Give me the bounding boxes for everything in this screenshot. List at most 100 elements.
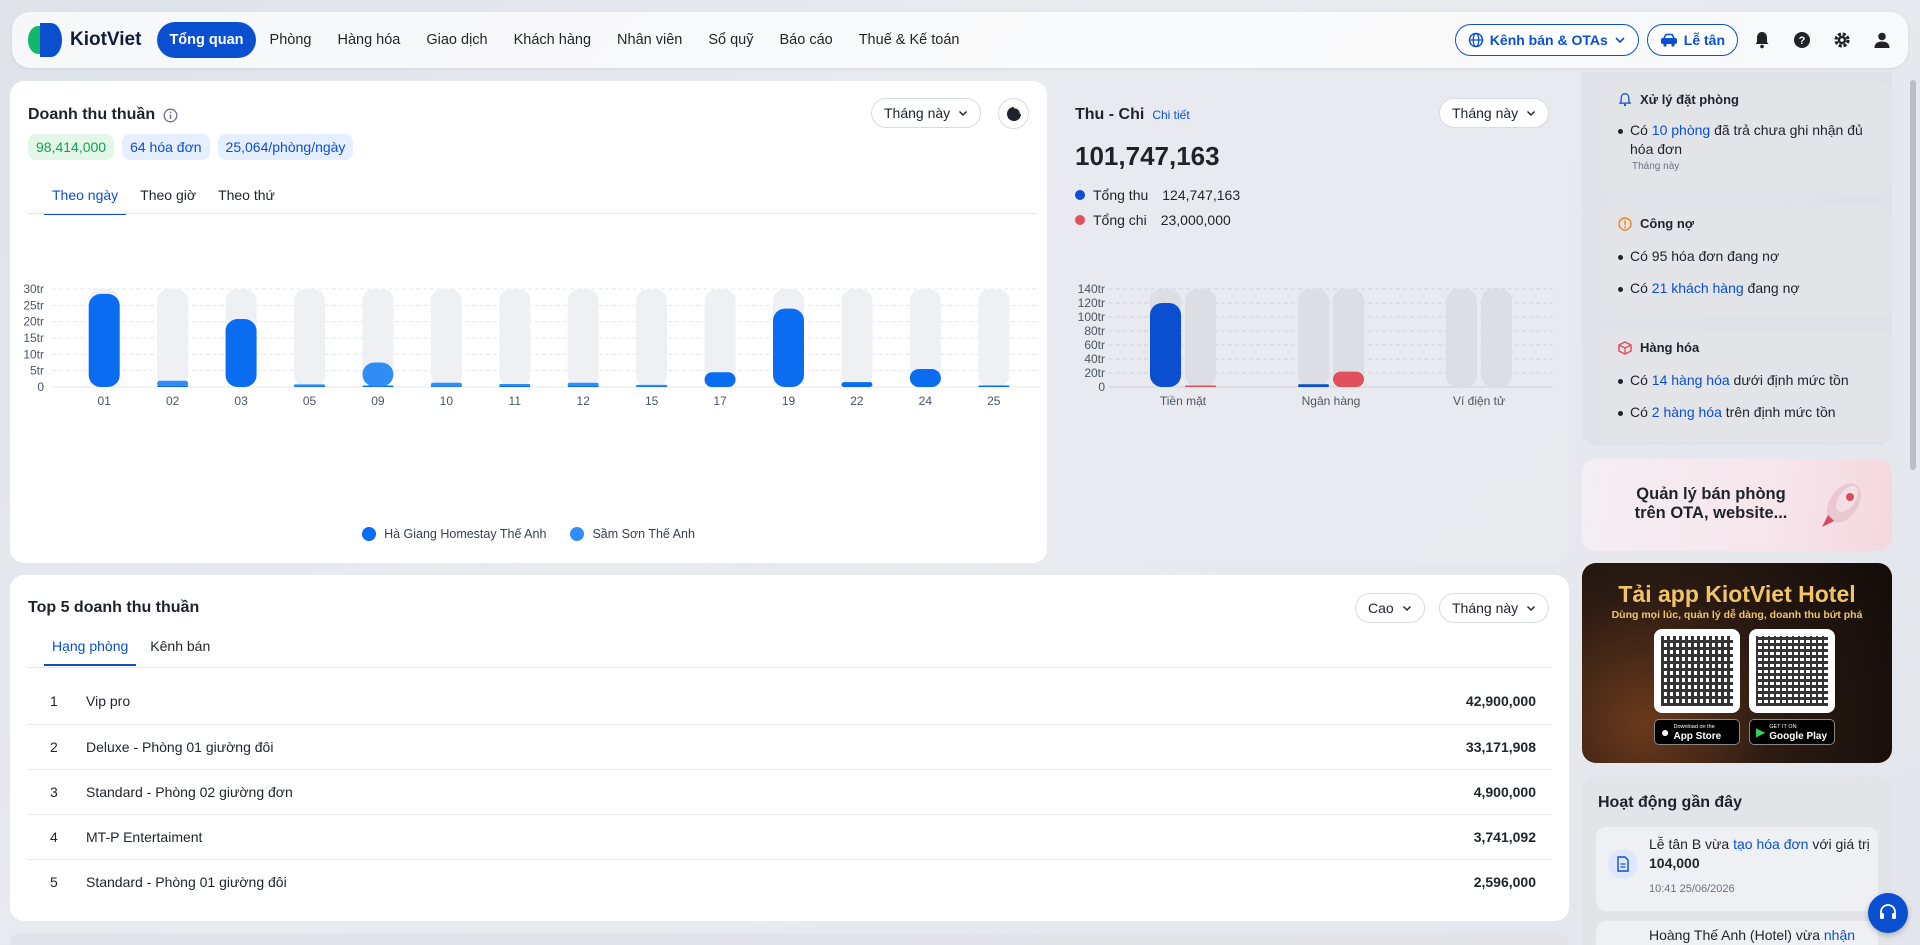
revenue-bar[interactable] (567, 382, 599, 387)
notifications-button[interactable] (1746, 24, 1778, 56)
goods-below-link[interactable]: 14 hàng hóa (1652, 372, 1730, 388)
revenue-bar[interactable] (430, 382, 462, 387)
revenue-bar[interactable] (157, 380, 189, 387)
nav-item[interactable]: Báo cáo (767, 22, 844, 58)
recent-activity-panel: Hoạt động gần đây Lễ tân B vừa tạo hóa đ… (1582, 777, 1892, 945)
expense-bar[interactable] (1185, 385, 1216, 388)
y-tick-label: 10tr (23, 347, 44, 361)
bar-track (1185, 289, 1216, 387)
top5-tab[interactable]: Kênh bán (142, 630, 218, 666)
nav-item[interactable]: Khách hàng (502, 22, 603, 58)
customers-link[interactable]: 21 khách hàng (1652, 280, 1744, 296)
chevron-down-icon (1527, 606, 1536, 611)
revenue-tab[interactable]: Theo thứ (210, 179, 283, 215)
activity-item[interactable]: Lễ tân B vừa tạo hóa đơn với giá trị 104… (1596, 827, 1878, 911)
app-store-badge[interactable]: ● Download on the App Store (1654, 719, 1740, 745)
receive-link[interactable]: nhận (1824, 927, 1855, 943)
revenue-period-dropdown[interactable]: Tháng này (871, 98, 982, 128)
top5-period-dropdown[interactable]: Tháng này (1439, 593, 1550, 623)
scrollbar-thumb[interactable] (1910, 80, 1916, 470)
top5-title: Top 5 doanh thu thuần (28, 599, 200, 616)
nav-item[interactable]: Hàng hóa (325, 22, 412, 58)
alert-text: Có (1630, 122, 1652, 138)
revenue-bar[interactable] (225, 319, 257, 387)
qr-code-appstore[interactable] (1654, 629, 1740, 713)
goods-below-text: Có 14 hàng hóa dưới định mức tồn (1600, 371, 1892, 390)
help-icon: ? (1794, 32, 1810, 48)
income-bar[interactable] (1298, 384, 1329, 387)
x-tick-label: Tiền mặt (1160, 394, 1207, 408)
revenue-bar[interactable] (294, 384, 325, 387)
account-button[interactable] (1866, 24, 1898, 56)
table-row[interactable]: 3 Standard - Phòng 02 giường đơn 4,900,000 (28, 769, 1552, 815)
app-promo-banner[interactable]: Tải app KiotViet Hotel Dùng mọi lúc, quả… (1582, 563, 1892, 763)
revenue-bar[interactable] (909, 369, 941, 387)
brand-name: KiotViet (70, 29, 142, 50)
revenue-bar[interactable] (499, 384, 531, 387)
income-bar[interactable] (1150, 303, 1181, 387)
alert-text: trên định mức tồn (1721, 404, 1836, 420)
table-row[interactable]: 1 Vip pro 42,900,000 (28, 679, 1552, 725)
goods-above-link[interactable]: 2 hàng hóa (1652, 404, 1722, 420)
google-play-badge[interactable]: ▶ GET IT ON Google Play (1749, 719, 1835, 745)
revenue-cell: 2,596,000 (1473, 873, 1536, 890)
reception-button[interactable]: Lễ tân (1646, 24, 1738, 56)
brand-logo[interactable]: KiotViet (28, 23, 141, 57)
cashflow-bar-chart: 020tr40tr60tr80tr100tr120tr140tr Tiền mặt… (1078, 282, 1553, 408)
top5-tab[interactable]: Hạng phòng (44, 630, 137, 666)
revenue-bar[interactable] (704, 372, 736, 387)
revenue-bar[interactable] (978, 385, 1010, 388)
top5-sort-value: Cao (1368, 600, 1394, 616)
revenue-bar[interactable] (636, 384, 668, 387)
x-tick-label: 05 (303, 394, 317, 408)
help-button[interactable]: ? (1786, 24, 1818, 56)
nav-item[interactable]: Giao dịch (414, 22, 499, 58)
alert-text: Có (1630, 280, 1652, 296)
legend-label: Sầm Sơn Thế Anh (592, 527, 695, 541)
settings-button[interactable] (1826, 24, 1858, 56)
revenue-bar[interactable] (88, 293, 120, 387)
nav-item[interactable]: Tổng quan (157, 22, 256, 58)
nav-item[interactable]: Phòng (258, 22, 324, 58)
revenue-bar-chart: 0 5tr 10tr 15tr 20tr 25tr 30tr 01 02 03 05 09 10 11 12… (23, 282, 1040, 408)
bar-track (499, 289, 531, 387)
revenue-bar[interactable] (362, 362, 394, 387)
rooms-link[interactable]: 10 phòng (1652, 122, 1710, 138)
nav-item[interactable]: Sổ quỹ (696, 22, 765, 58)
y-tick-label: 140tr (1078, 282, 1105, 296)
ota-promo-banner[interactable]: Quản lý bán phòng trên OTA, website... (1582, 459, 1892, 551)
x-tick-label: 19 (782, 394, 796, 408)
revenue-bar[interactable] (841, 382, 873, 387)
channels-otas-label: Kênh bán & OTAs (1489, 32, 1608, 48)
activity-item-partial[interactable]: Hoàng Thế Anh (Hotel) vừa nhận (1596, 921, 1878, 945)
revenue-period-value: Tháng này (884, 105, 951, 121)
chevron-down-icon (1402, 606, 1411, 611)
bar-track (157, 289, 189, 387)
table-row[interactable]: 4 MT-P Entertaiment 3,741,092 (28, 814, 1552, 860)
nav-item[interactable]: Nhân viên (605, 22, 694, 58)
channels-otas-button[interactable]: Kênh bán & OTAs (1454, 24, 1639, 56)
revenue-bar[interactable] (773, 308, 804, 387)
expense-bar[interactable] (1333, 371, 1364, 387)
income-dot (1075, 190, 1085, 200)
revenue-tab[interactable]: Theo ngày (44, 179, 127, 215)
cashflow-detail-link[interactable]: Chi tiết (1152, 108, 1189, 122)
info-icon[interactable] (163, 108, 178, 123)
table-row[interactable]: 2 Deluxe - Phòng 01 giường đôi 33,171,908 (28, 724, 1552, 770)
chart-type-toggle[interactable] (998, 98, 1029, 129)
page-scrollbar[interactable] (1908, 72, 1918, 945)
nav-item[interactable]: Thuế & Kế toán (847, 22, 972, 58)
support-chat-button[interactable] (1868, 893, 1908, 933)
table-row[interactable]: 5 Standard - Phòng 01 giường đôi 2,596,000 (28, 859, 1552, 904)
x-tick-label: 03 (234, 394, 248, 408)
y-tick-label: 40tr (1084, 352, 1105, 366)
bar-track (567, 289, 599, 387)
revenue-tab[interactable]: Theo giờ (132, 179, 204, 215)
qr-code-googleplay[interactable] (1749, 629, 1835, 713)
cashflow-period-dropdown[interactable]: Tháng này (1439, 98, 1550, 128)
create-invoice-link[interactable]: tạo hóa đơn (1733, 836, 1808, 852)
y-tick-label: 120tr (1078, 296, 1105, 310)
bell-icon (1618, 92, 1632, 106)
y-tick-label: 0 (1098, 380, 1105, 394)
top5-sort-dropdown[interactable]: Cao (1355, 593, 1425, 623)
